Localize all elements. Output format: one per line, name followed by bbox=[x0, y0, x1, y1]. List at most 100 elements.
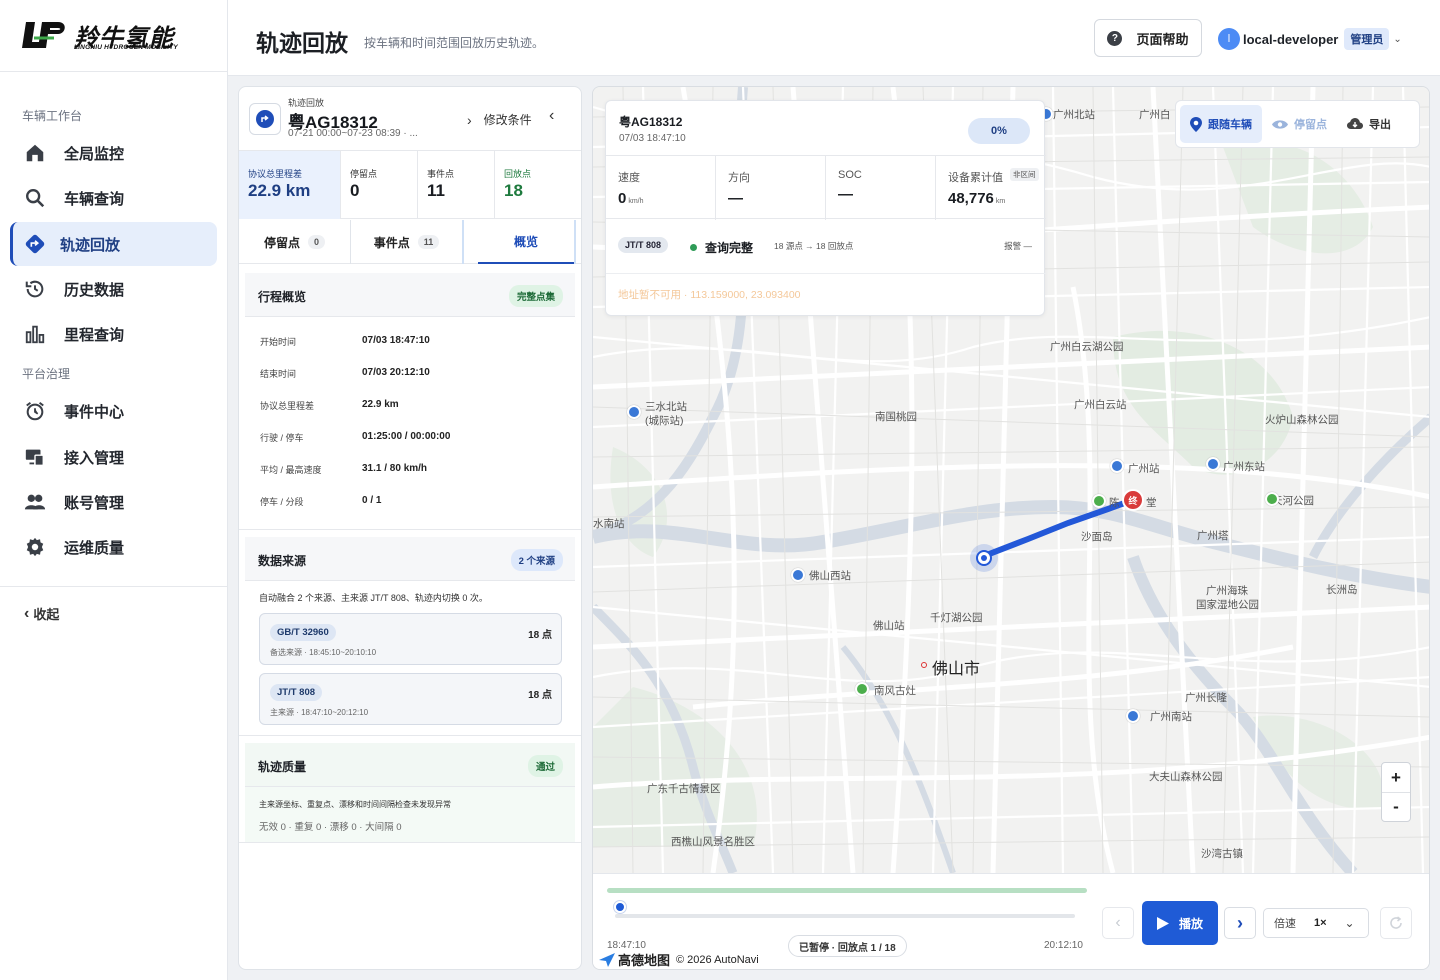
chevron-down-icon: ⌄ bbox=[1393, 33, 1402, 45]
avatar: l bbox=[1218, 28, 1240, 50]
source-card[interactable]: JT/T 808 18 点 主来源 · 18:47:10~20:12:10 bbox=[259, 673, 562, 725]
metric-value: — bbox=[838, 186, 853, 203]
map-label: 南国桃园 bbox=[875, 411, 917, 423]
stat-event-points[interactable]: 事件点 11 bbox=[418, 151, 495, 219]
kv-label: 平均 / 最高速度 bbox=[260, 465, 322, 475]
source-desc: 主来源 · 18:47:10~20:12:10 bbox=[270, 708, 369, 717]
collapse-sidebar-button[interactable]: ‹ 收起 bbox=[24, 604, 59, 623]
playback-scrubber[interactable] bbox=[615, 914, 1075, 918]
map-label: 佛山西站 bbox=[809, 570, 851, 582]
stop-points-label: 停留点 bbox=[1294, 119, 1327, 131]
station-poi-icon[interactable] bbox=[1110, 459, 1124, 473]
scrubber-handle[interactable] bbox=[614, 901, 626, 913]
home-icon bbox=[26, 144, 44, 162]
sidebar-item-label: 轨迹回放 bbox=[60, 236, 121, 254]
time-range: 07-21 00:00~07-23 08:39 · ... bbox=[288, 128, 418, 139]
map-label: 大夫山森林公园 bbox=[1149, 771, 1223, 783]
sidebar-item-access-management[interactable]: 接入管理 bbox=[10, 435, 217, 479]
end-marker-icon[interactable]: 终 bbox=[1122, 489, 1144, 511]
playback-panel: 轨迹回放 粤AG18312 07-21 00:00~07-23 08:39 · … bbox=[238, 86, 582, 970]
map-toolbar: 跟随车辆 停留点 导出 bbox=[1175, 100, 1420, 148]
tab-stop-points[interactable]: 停留点 0 bbox=[239, 220, 351, 264]
sidebar-item-ops-quality[interactable]: 运维质量 bbox=[10, 525, 217, 569]
role-badge: 管理员 bbox=[1344, 28, 1390, 50]
brand-logo[interactable]: 羚牛氢能 LINGNIU HYDROGEN MOBILITY bbox=[20, 18, 210, 56]
divider bbox=[0, 586, 227, 587]
zoom-in-button[interactable]: + bbox=[1382, 763, 1410, 792]
sources-count-badge: 2 个来源 bbox=[510, 549, 563, 571]
map-view[interactable]: 广州北站 广州白 广州白云湖公园 广州白云站 三水北站 (城际站) 南国桃园 火… bbox=[592, 86, 1430, 970]
tab-event-points[interactable]: 事件点 11 bbox=[351, 220, 464, 264]
modify-conditions-button[interactable]: › 修改条件 bbox=[467, 111, 532, 128]
park-poi-icon[interactable] bbox=[1265, 492, 1279, 506]
metrics-row: 速度 0 km/h 方向 — SOC — 设备累计值 非区间 48,776 km bbox=[606, 155, 1046, 220]
chevron-left-icon: ‹ bbox=[549, 107, 555, 124]
replay-button[interactable] bbox=[1380, 907, 1412, 939]
park-poi-icon[interactable] bbox=[855, 682, 869, 696]
tab-overview[interactable]: 概览 bbox=[478, 220, 574, 264]
station-poi-icon[interactable] bbox=[791, 568, 805, 582]
sidebar: 羚牛氢能 LINGNIU HYDROGEN MOBILITY 车辆工作台 全局监… bbox=[0, 0, 228, 980]
pass-badge: 通过 bbox=[527, 755, 563, 777]
station-poi-icon[interactable] bbox=[1126, 709, 1140, 723]
stat-value: 18 bbox=[504, 181, 523, 200]
user-menu[interactable]: l local-developer 管理员 ⌄ bbox=[1218, 28, 1402, 50]
zoom-out-button[interactable]: - bbox=[1382, 792, 1410, 821]
source-points: 18 点 bbox=[528, 630, 552, 641]
map-label: 广州东站 bbox=[1223, 461, 1265, 473]
metric-speed: 速度 0 km/h bbox=[606, 156, 716, 220]
question-icon: ? bbox=[1107, 30, 1123, 46]
metric-direction: 方向 — bbox=[716, 156, 826, 220]
park-poi-icon[interactable] bbox=[1092, 494, 1106, 508]
previous-button[interactable]: ‹ bbox=[1102, 907, 1134, 939]
tab-spacer bbox=[464, 220, 478, 263]
query-status: 查询完整 bbox=[690, 239, 753, 256]
metric-unit: km bbox=[995, 198, 1006, 205]
map-label: 长洲岛 bbox=[1326, 584, 1358, 596]
metric-value: — bbox=[728, 190, 743, 207]
chevron-down-icon: ⌄ bbox=[1344, 916, 1355, 930]
metric-soc: SOC — bbox=[826, 156, 936, 220]
sidebar-item-global-monitor[interactable]: 全局监控 bbox=[10, 131, 217, 175]
page-help-button[interactable]: ? 页面帮助 bbox=[1094, 19, 1202, 57]
sidebar-item-history-data[interactable]: 历史数据 bbox=[10, 267, 217, 311]
export-button[interactable]: 导出 bbox=[1337, 105, 1401, 143]
sidebar-item-account-management[interactable]: 账号管理 bbox=[10, 480, 217, 524]
chevron-right-icon: › bbox=[1237, 912, 1243, 933]
play-button[interactable]: 播放 bbox=[1142, 901, 1218, 945]
section-title: 行程概览 bbox=[258, 290, 307, 304]
protocol-tag: GB/T 32960 bbox=[270, 624, 336, 641]
status-dot-icon bbox=[690, 244, 697, 251]
users-icon bbox=[24, 494, 46, 510]
source-card[interactable]: GB/T 32960 18 点 备选来源 · 18:45:10~20:10:10 bbox=[259, 613, 562, 665]
sidebar-item-vehicle-search[interactable]: 车辆查询 bbox=[10, 176, 217, 220]
sidebar-item-mileage-query[interactable]: 里程查询 bbox=[10, 312, 217, 356]
stat-total-mileage[interactable]: 协议总里程差 22.9 km bbox=[239, 151, 341, 219]
map-label: 广州塔 bbox=[1197, 530, 1229, 542]
map-label: 佛山站 bbox=[873, 620, 905, 632]
map-label: 广州白云站 bbox=[1074, 399, 1127, 411]
station-poi-icon[interactable] bbox=[1206, 457, 1220, 471]
map-label: 水南站 bbox=[593, 518, 625, 530]
address-text: 地址暂不可用 · 113.159000, 23.093400 bbox=[618, 289, 801, 301]
stat-playback-points[interactable]: 回放点 18 bbox=[495, 151, 581, 219]
stat-stop-points[interactable]: 停留点 0 bbox=[341, 151, 418, 219]
next-button[interactable]: › bbox=[1224, 907, 1256, 939]
tab-count: 11 bbox=[417, 235, 440, 249]
panel-tabs: 停留点 0 事件点 11 概览 bbox=[239, 220, 581, 264]
stop-points-toggle[interactable]: 停留点 bbox=[1262, 105, 1337, 143]
section-header: 轨迹质量 通过 bbox=[245, 743, 575, 787]
map-label: 三水北站 bbox=[645, 401, 687, 413]
sidebar-item-label: 车辆查询 bbox=[64, 190, 125, 208]
sidebar-item-event-center[interactable]: 事件中心 bbox=[10, 389, 217, 433]
vehicle-marker-icon[interactable] bbox=[970, 544, 998, 572]
panel-header: 轨迹回放 粤AG18312 07-21 00:00~07-23 08:39 · … bbox=[239, 87, 581, 151]
follow-vehicle-button[interactable]: 跟随车辆 bbox=[1180, 105, 1262, 143]
export-label: 导出 bbox=[1369, 119, 1391, 131]
speed-select[interactable]: 倍速 1× ⌄ bbox=[1263, 908, 1369, 938]
group-label-platform: 平台治理 bbox=[22, 367, 71, 381]
station-poi-icon[interactable] bbox=[627, 405, 641, 419]
source-points: 18 点 bbox=[528, 690, 552, 701]
collapse-panel-button[interactable]: ‹ bbox=[549, 107, 554, 125]
sidebar-item-track-playback[interactable]: 轨迹回放 bbox=[10, 222, 217, 266]
